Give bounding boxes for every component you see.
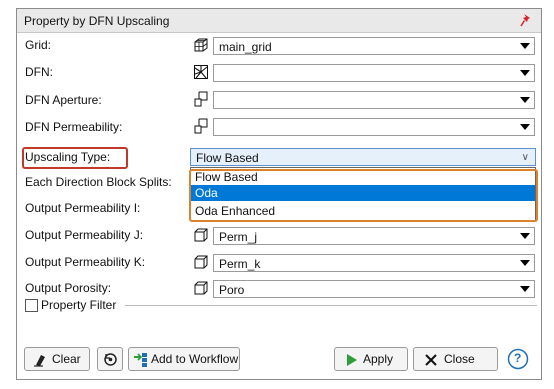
output-porosity-value: Poro (219, 283, 245, 297)
workflow-icon (134, 353, 147, 367)
dfn-permeability-select[interactable] (213, 118, 535, 136)
chevron-down-icon: ∨ (521, 152, 529, 163)
grid-label: Grid: (25, 38, 52, 52)
dropdown-arrow-icon (520, 43, 530, 49)
dfn-aperture-select[interactable] (213, 91, 535, 109)
eraser-icon (34, 355, 45, 367)
output-porosity-select[interactable]: Poro (213, 280, 535, 298)
close-label: Close (444, 352, 475, 366)
each-direction-block-splits-label: Each Direction Block Splits: (25, 175, 172, 189)
output-permeability-i-label: Output Permeability I: (25, 201, 141, 215)
clear-button[interactable]: Clear (24, 347, 90, 371)
output-cube-icon (194, 281, 208, 295)
checkbox-box[interactable] (25, 299, 38, 312)
output-cube-icon (194, 255, 208, 269)
dropdown-arrow-icon (520, 97, 530, 103)
add-to-workflow-button[interactable]: Add to Workflow (128, 347, 240, 371)
output-permeability-j-label: Output Permeability J: (25, 228, 144, 242)
dfn-select[interactable] (213, 64, 535, 82)
play-arrow-icon (347, 354, 357, 366)
clear-label: Clear (52, 352, 81, 366)
dropdown-arrow-icon (520, 70, 530, 76)
output-permeability-k-select[interactable]: Perm_k (213, 254, 535, 272)
dropdown-arrow-icon (520, 124, 530, 130)
output-cube-icon (194, 228, 208, 242)
close-icon (425, 354, 437, 366)
panel-title: Property by DFN Upscaling (24, 14, 170, 28)
output-permeability-j-select[interactable]: Perm_j (213, 227, 535, 245)
grid-select[interactable]: main_grid (213, 37, 535, 55)
property-icon (194, 91, 208, 107)
dropdown-arrow-icon (520, 260, 530, 266)
dfn-permeability-label: DFN Permeability: (25, 120, 123, 134)
property-icon (194, 118, 208, 134)
close-button[interactable]: Close (413, 347, 498, 371)
dfn-label: DFN: (25, 65, 53, 79)
upscaling-type-select[interactable]: Flow Based ∨ (190, 148, 536, 166)
output-porosity-label: Output Porosity: (25, 281, 112, 295)
property-filter-label: Property Filter (41, 298, 117, 312)
output-permeability-j-value: Perm_j (219, 230, 258, 244)
grid-select-value: main_grid (219, 40, 272, 54)
panel-titlebar: Property by DFN Upscaling (17, 9, 541, 33)
output-permeability-k-label: Output Permeability K: (25, 255, 146, 269)
reset-button[interactable] (97, 347, 123, 371)
help-label: ? (514, 351, 522, 365)
reset-icon (104, 353, 117, 366)
help-button[interactable]: ? (504, 347, 534, 371)
apply-label: Apply (363, 352, 394, 366)
dropdown-arrow-icon (520, 233, 530, 239)
dfn-aperture-label: DFN Aperture: (25, 93, 102, 107)
pin-icon[interactable] (520, 13, 532, 27)
apply-button[interactable]: Apply (334, 347, 408, 371)
dfn-fracture-icon (194, 65, 208, 79)
upscaling-label-highlight (22, 147, 128, 169)
group-divider (125, 305, 537, 306)
property-by-dfn-upscaling-panel: Property by DFN Upscaling Grid: main_gri… (16, 8, 542, 380)
output-permeability-k-value: Perm_k (219, 257, 261, 271)
grid-cube-icon (194, 38, 208, 52)
upscaling-type-value: Flow Based (196, 151, 259, 165)
dropdown-arrow-icon (520, 286, 530, 292)
add-to-workflow-label: Add to Workflow (151, 352, 239, 366)
dropdown-highlight (189, 169, 538, 222)
